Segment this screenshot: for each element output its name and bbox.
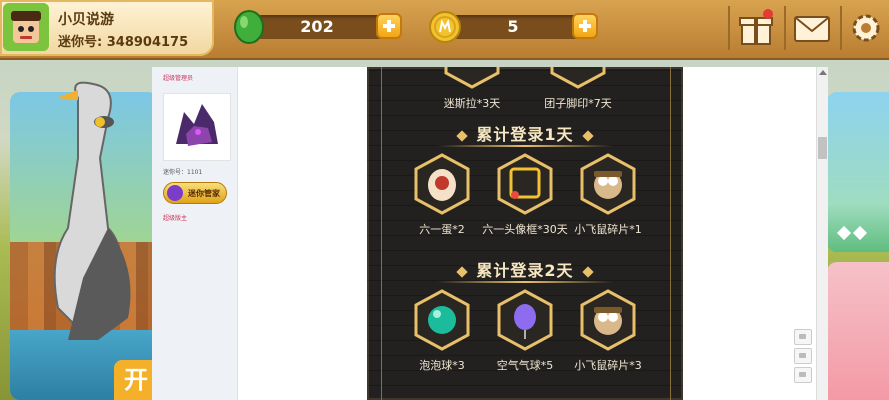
reward-item: 迷斯拉*3天 [422, 67, 522, 111]
bubble-ball-icon [414, 289, 470, 351]
day2-title-text: 累计登录2天 [476, 261, 574, 280]
gem-amount: 202 [300, 17, 334, 36]
day1-title-text: 累计登录1天 [476, 125, 574, 144]
coin-counter: 5 [428, 11, 598, 43]
player-profile[interactable]: 小贝说游 迷你号: 348904175 [0, 0, 214, 56]
author-avatar[interactable] [163, 93, 231, 161]
air-balloon-icon [497, 289, 553, 351]
hexagon-frame-icon [550, 67, 606, 89]
badge-icon [167, 185, 183, 201]
gold-coin-icon [429, 11, 461, 43]
dragon-avatar-icon [164, 94, 230, 160]
flying-squirrel-icon [580, 289, 636, 351]
event-detail-panel: 超级管理员 迷你号：1101 迷你管家 超级版主 迷斯拉*3天 团子脚印*7天 … [152, 67, 828, 400]
author-sidebar: 超级管理员 迷你号：1101 迷你管家 超级版主 [152, 67, 238, 400]
badge-label: 迷你管家 [188, 189, 220, 198]
vertical-scrollbar[interactable] [816, 67, 828, 400]
hud-divider [784, 6, 786, 50]
gift-icon [739, 9, 773, 45]
right-promo-card-bottom[interactable] [827, 262, 889, 400]
diamond-icon [456, 129, 469, 142]
flying-squirrel-icon [580, 153, 636, 215]
gear-icon [852, 14, 880, 42]
avatar-icon [3, 3, 49, 51]
diamond-icon [581, 129, 594, 142]
gift-button[interactable] [736, 8, 776, 48]
reward-item: 小飞鼠碎片*1 [558, 153, 658, 237]
settings-button[interactable] [846, 8, 886, 48]
sixone-egg-icon [414, 153, 470, 215]
share-tool-button[interactable] [794, 348, 812, 364]
reward-label: 团子脚印*7天 [544, 97, 612, 110]
add-coins-button[interactable] [572, 13, 598, 39]
author-mini-id: 迷你号：1101 [163, 169, 203, 176]
player-name: 小贝说游 [58, 12, 114, 28]
diamond-icon [836, 225, 852, 241]
day2-section-title: 累计登录2天 [367, 257, 683, 281]
comment-tool-button[interactable] [794, 329, 812, 345]
top-hud: 小贝说游 迷你号: 348904175 202 5 [0, 0, 889, 60]
diamond-icon [581, 265, 594, 278]
diamond-icon [456, 265, 469, 278]
reward-label: 小飞鼠碎片*1 [574, 223, 642, 236]
right-promo-card-top[interactable] [827, 92, 889, 252]
glow-divider [437, 145, 613, 147]
reward-item: 团子脚印*7天 [528, 67, 628, 111]
mail-button[interactable] [792, 8, 832, 48]
reward-item: 小飞鼠碎片*3 [558, 289, 658, 373]
day1-section-title: 累计登录1天 [367, 121, 683, 145]
scroll-up-arrow-icon[interactable] [819, 70, 827, 75]
add-gems-button[interactable] [376, 13, 402, 39]
sidebar-title: 超级管理员 [163, 75, 194, 82]
ostrich-character-art [53, 81, 131, 340]
hexagon-frame-icon [444, 67, 500, 89]
hud-divider [728, 6, 730, 50]
scroll-thumb[interactable] [818, 137, 827, 159]
more-tool-button[interactable] [794, 367, 812, 383]
player-id: 迷你号: 348904175 [58, 35, 189, 50]
author-role: 超级版主 [163, 215, 188, 222]
glow-divider [437, 281, 613, 283]
gem-counter: 202 [232, 10, 402, 44]
login-reward-image: 迷斯拉*3天 团子脚印*7天 累计登录1天 六一蛋*2 六一头像框*30天 小飞… [367, 67, 683, 400]
diamond-icon [852, 225, 868, 241]
hud-divider [840, 6, 842, 50]
mini-butler-badge: 迷你管家 [163, 182, 227, 204]
green-gem-icon [234, 10, 264, 44]
avatar-frame-icon [497, 153, 553, 215]
coin-amount: 5 [507, 17, 519, 36]
player-avatar[interactable] [3, 3, 49, 51]
reward-label: 迷斯拉*3天 [443, 97, 501, 110]
reward-label: 小飞鼠碎片*3 [574, 359, 642, 372]
post-tools [794, 329, 812, 386]
mail-icon [794, 16, 830, 42]
